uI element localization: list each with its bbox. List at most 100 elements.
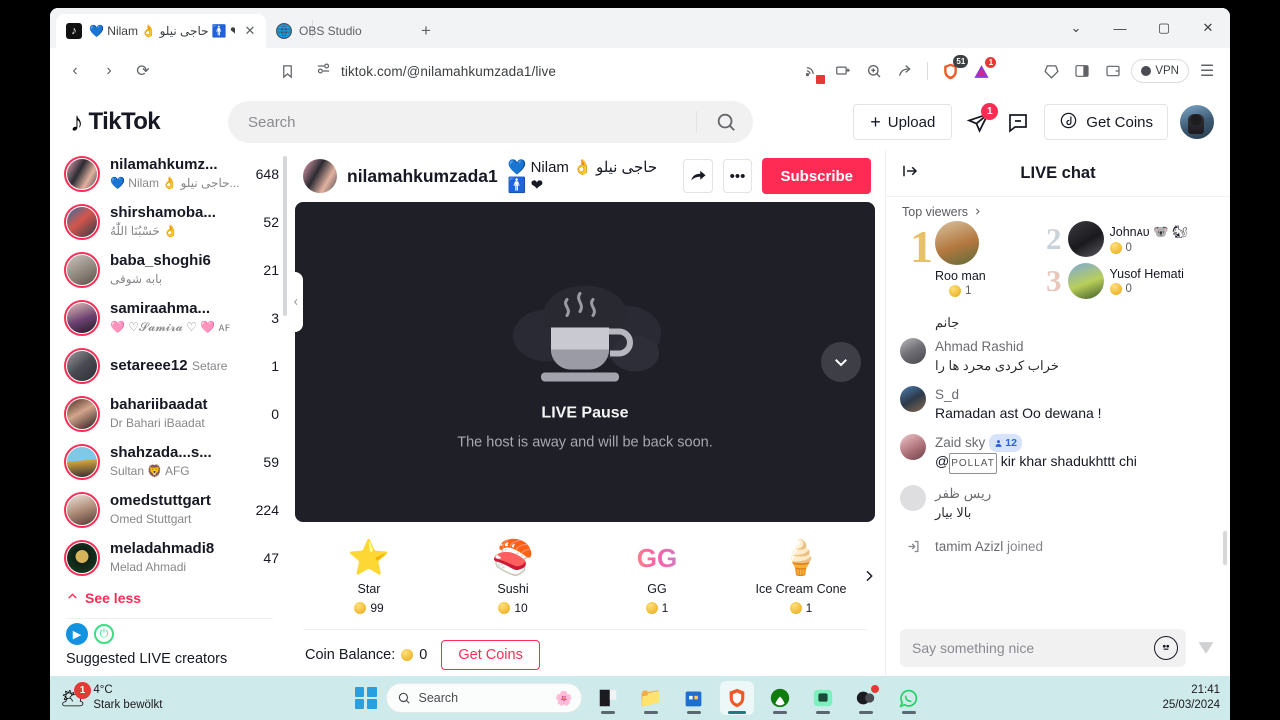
live-main: nilamahkumzada1 💙 Nilam 👌 حاجی نیلو 🚹 ❤ …	[289, 150, 885, 676]
avatar[interactable]	[1180, 105, 1214, 139]
sidebar-item-creator[interactable]: setareee12 Setare 1	[50, 342, 289, 390]
close-button[interactable]: ✕	[1186, 10, 1230, 46]
gift-item[interactable]: GG GG 1	[585, 536, 729, 615]
top-viewers-label-row[interactable]: Top viewers	[902, 205, 1230, 219]
page-body: nilamahkumz... 💙 Nilam 👌 حاجی نیلو... 64…	[50, 150, 1230, 676]
sidebar-item-creator[interactable]: bahariibaadat Dr Bahari iBaadat 0	[50, 390, 289, 438]
sidebar-item-creator[interactable]: meladahmadi8 Melad Ahmadi 47	[50, 534, 289, 582]
gift-item[interactable]: ⭐ Star 99	[297, 536, 441, 615]
wallet-icon[interactable]	[1100, 58, 1126, 84]
share-icon[interactable]	[892, 58, 918, 84]
message-icon[interactable]	[1004, 108, 1032, 136]
upload-button[interactable]: + Upload	[853, 104, 953, 140]
file-explorer-icon[interactable]: 📁	[634, 681, 668, 715]
get-coins-button[interactable]: Get Coins	[441, 640, 540, 670]
subscribe-button[interactable]: Subscribe	[762, 158, 872, 194]
chat-join-event: tamim Azizl joined	[900, 533, 1218, 559]
tiktok-icon: ♪	[66, 23, 82, 39]
collapse-right-icon[interactable]	[900, 162, 920, 185]
xbox-icon[interactable]	[763, 681, 797, 715]
chevron-right-icon[interactable]	[861, 568, 877, 589]
coin-icon	[645, 602, 658, 614]
extension-alert-icon[interactable]: 1	[968, 56, 998, 84]
new-tab-button[interactable]: +	[412, 17, 440, 45]
viewer-count: 47	[263, 550, 279, 566]
search-icon[interactable]	[715, 111, 737, 133]
chat-input[interactable]: Say something nice	[900, 629, 1186, 667]
browser-tab-tiktok[interactable]: ♪ 💙 Nilam 👌 حاجی نیلو 🚹 ❤ (@ ✕	[56, 14, 266, 48]
viewer-coins: 0	[1109, 241, 1189, 254]
browser-tab-obs[interactable]: 🌐 OBS Studio	[266, 14, 406, 48]
coin-icon	[1109, 241, 1122, 254]
top-viewers-section: Top viewers 1 Roo man 1 2 Johnᴀᴜ 🐨 🐿 0 3…	[886, 197, 1230, 309]
coin-icon	[789, 602, 802, 614]
taskbar-search[interactable]: Search 🌸	[385, 683, 582, 713]
back-button[interactable]: ‹	[60, 56, 90, 86]
chat-scrollbar[interactable]	[1223, 531, 1227, 565]
cast-blocked-icon[interactable]	[799, 58, 826, 84]
vpn-button[interactable]: VPN	[1131, 59, 1189, 83]
tab-list-icon[interactable]: ⌄	[1054, 10, 1098, 46]
search-input[interactable]: Search	[228, 101, 753, 143]
sidebar: nilamahkumz... 💙 Nilam 👌 حاجی نیلو... 64…	[50, 150, 289, 676]
avatar[interactable]	[303, 159, 337, 193]
zoom-icon[interactable]	[861, 58, 887, 84]
brave-browser-icon[interactable]	[719, 681, 754, 715]
paper-plane-icon[interactable]: 1	[964, 103, 999, 136]
forward-button[interactable]: ›	[94, 56, 124, 86]
gift-item[interactable]: 🍣 Sushi 10	[441, 536, 585, 615]
tab-close-icon[interactable]: ✕	[242, 23, 258, 39]
browser-menu-icon[interactable]: ☰	[1194, 58, 1220, 84]
live-video-area[interactable]: LIVE Pause The host is away and will be …	[295, 202, 875, 522]
sidebar-item-creator[interactable]: omedstuttgart Omed Stuttgart 224	[50, 486, 289, 534]
address-bar[interactable]: tiktok.com/@nilamahkumzada1/live	[306, 56, 792, 86]
sidebar-icon[interactable]	[1069, 58, 1095, 84]
browser-window: ♪ 💙 Nilam 👌 حاجی نیلو 🚹 ❤ (@ ✕ 🌐 OBS Stu…	[50, 8, 1230, 676]
reload-button[interactable]: ⟳	[128, 56, 158, 86]
windows-start-icon[interactable]	[354, 687, 377, 709]
host-username[interactable]: nilamahkumzada1	[347, 166, 498, 187]
top-viewer-3[interactable]: 3 Yusof Hemati 0	[1046, 263, 1220, 299]
sidebar-item-creator[interactable]: shahzada...s... Sultan 🦁 AFG 59	[50, 438, 289, 486]
tiktok-logo[interactable]: ♪ TikTok	[62, 108, 212, 136]
microsoft-store-icon[interactable]	[677, 681, 711, 715]
see-less-button[interactable]: See less	[50, 582, 289, 614]
toolbar-icons: 51 1 VPN ☰	[799, 55, 1220, 84]
obs-studio-icon[interactable]	[806, 681, 840, 715]
enter-arrow-icon	[900, 533, 926, 559]
maximize-button[interactable]: ▢	[1142, 10, 1186, 46]
avatar	[64, 396, 100, 432]
whatsapp-icon[interactable]	[892, 681, 926, 715]
site-settings-icon[interactable]	[316, 61, 331, 81]
sidebar-item-creator[interactable]: nilamahkumz... 💙 Nilam 👌 حاجی نیلو... 64…	[50, 150, 289, 198]
device-add-icon[interactable]	[830, 58, 856, 84]
sidebar-item-creator[interactable]: baba_shoghi6 بابه شوقی 21	[50, 246, 289, 294]
brave-shields-icon[interactable]: 51	[937, 55, 969, 84]
bookmark-icon[interactable]	[272, 56, 302, 86]
top-viewer-2[interactable]: 2 Johnᴀᴜ 🐨 🐿 0	[1046, 221, 1220, 257]
top-viewer-1[interactable]: 1 Roo man 1	[910, 221, 1042, 299]
viewer-count: 224	[255, 502, 279, 518]
chevron-down-icon[interactable]	[821, 342, 861, 382]
discord-icon[interactable]	[849, 681, 883, 715]
sidebar-scrollbar[interactable]	[283, 156, 287, 316]
emoji-icon[interactable]	[1154, 636, 1178, 660]
chat-title: LIVE chat	[1020, 163, 1096, 182]
more-dots-icon[interactable]: •••	[722, 159, 753, 193]
sidebar-collapse-handle[interactable]	[289, 272, 303, 332]
sidebar-item-creator[interactable]: samiraahma... 🩷 ♡𝓢𝓪𝓶𝓲𝓻𝓪 ♡ 🩷 ᴀꜰ 3	[50, 294, 289, 342]
viewer-count: 59	[263, 454, 279, 470]
rewards-icon[interactable]	[1038, 58, 1064, 84]
header-actions: + Upload 1 Get Coins	[853, 103, 1214, 140]
send-icon[interactable]	[1194, 636, 1218, 660]
chat-messages[interactable]: جانم Ahmad Rashid خراب کردی محرد ها را S…	[886, 309, 1230, 620]
share-arrow-icon[interactable]	[682, 159, 713, 193]
creator-display-name: حَسْبُنَا اللّٰهُ 👌	[110, 224, 179, 238]
minimize-button[interactable]: —	[1098, 10, 1142, 46]
logitech-icon[interactable]	[591, 681, 625, 715]
url-text: tiktok.com/@nilamahkumzada1/live	[341, 63, 556, 79]
gift-item[interactable]: 🍦 Ice Cream Cone 1	[729, 536, 873, 615]
sidebar-item-creator[interactable]: shirshamoba... حَسْبُنَا اللّٰهُ 👌 52	[50, 198, 289, 246]
get-coins-button[interactable]: Get Coins	[1044, 104, 1168, 140]
divider	[66, 618, 273, 619]
